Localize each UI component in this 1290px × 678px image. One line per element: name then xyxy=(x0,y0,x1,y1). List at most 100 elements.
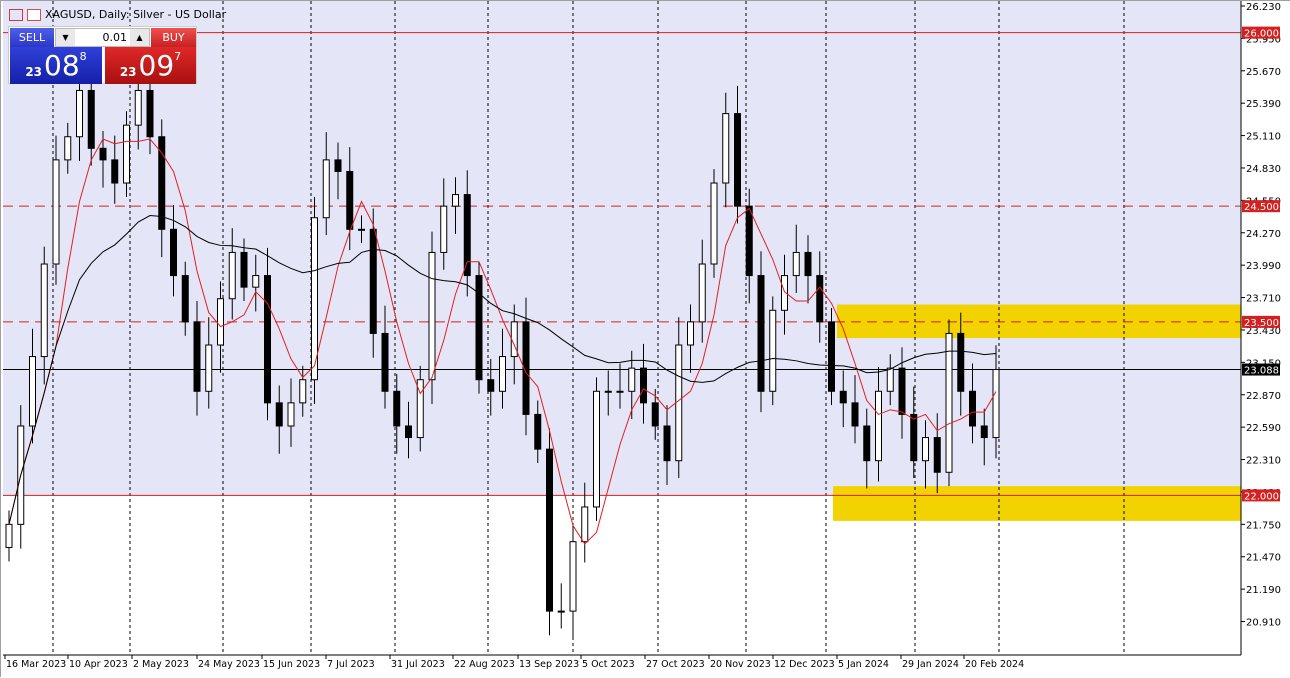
lot-decrease-button[interactable]: ▼ xyxy=(56,29,75,46)
level-price-label: 26.000 xyxy=(1244,29,1279,40)
price-tick-label: 23.990 xyxy=(1246,261,1281,272)
bid-price-button[interactable]: 23 08 8 xyxy=(10,47,102,84)
price-tick-label: 25.670 xyxy=(1246,67,1281,78)
candle-bear xyxy=(864,426,870,461)
candle-bull xyxy=(770,310,776,391)
ask-big: 09 xyxy=(139,51,175,81)
candle-bull xyxy=(206,345,212,391)
candle-bull xyxy=(793,252,799,275)
candle-bull xyxy=(429,252,435,379)
candle-bull xyxy=(253,276,259,288)
price-tick-label: 24.830 xyxy=(1246,164,1281,175)
candle-bull xyxy=(594,391,600,507)
candle-bear xyxy=(88,90,94,148)
time-tick-label: 29 Jan 2024 xyxy=(902,659,959,670)
price-tick-label: 22.310 xyxy=(1246,456,1281,467)
candle-bear xyxy=(100,148,106,160)
candle-bull xyxy=(676,345,682,461)
candle-bear xyxy=(464,195,470,276)
time-tick-label: 20 Feb 2024 xyxy=(965,659,1024,670)
candle-bear xyxy=(641,368,647,403)
candle-bull xyxy=(6,524,12,547)
price-tick-label: 21.470 xyxy=(1246,553,1281,564)
chart-title: XAGUSD, Daily: Silver - US Dollar xyxy=(45,8,226,21)
candle-bull xyxy=(570,542,576,611)
sell-button[interactable]: SELL xyxy=(10,28,54,47)
candle-bear xyxy=(829,322,835,391)
candle-bear xyxy=(547,449,553,611)
candle-bull xyxy=(323,160,329,218)
candle-bear xyxy=(758,276,764,392)
data-window-icon[interactable] xyxy=(27,9,41,21)
candle-bear xyxy=(934,438,940,473)
time-tick-label: 15 Jun 2023 xyxy=(263,659,320,670)
market-watch-icon[interactable] xyxy=(9,9,23,21)
candle-bull xyxy=(229,252,235,298)
price-tick-label: 26.230 xyxy=(1246,2,1281,13)
time-tick-label: 27 Oct 2023 xyxy=(646,659,705,670)
bid-sup: 8 xyxy=(80,50,87,63)
ask-price-button[interactable]: 23 09 7 xyxy=(105,47,196,84)
candle-bear xyxy=(664,426,670,461)
lot-size-input[interactable] xyxy=(75,29,130,46)
time-tick-label: 10 Apr 2023 xyxy=(69,659,128,670)
candle-bear xyxy=(746,206,752,275)
candle-bear xyxy=(194,322,200,391)
buy-button[interactable]: BUY xyxy=(151,28,196,47)
time-tick-label: 5 Oct 2023 xyxy=(582,659,635,670)
candle-bull xyxy=(887,368,893,391)
time-tick-label: 2 May 2023 xyxy=(133,659,189,670)
time-tick-label: 22 Aug 2023 xyxy=(454,659,515,670)
price-tick-label: 22.590 xyxy=(1246,423,1281,434)
level-price-label: 23.500 xyxy=(1244,318,1279,329)
candle-bull xyxy=(453,195,459,207)
candle-bull xyxy=(218,299,224,345)
candle-bear xyxy=(182,276,188,322)
candle-bull xyxy=(605,391,611,392)
price-tick-label: 21.190 xyxy=(1246,585,1281,596)
time-tick-label: 7 Jul 2023 xyxy=(327,659,375,670)
candle-bear xyxy=(394,391,400,426)
candle-bull xyxy=(359,229,365,230)
time-tick-label: 24 May 2023 xyxy=(198,659,260,670)
candle-bear xyxy=(817,276,823,322)
candle-bull xyxy=(288,403,294,426)
time-tick-label: 31 Jul 2023 xyxy=(391,659,445,670)
candle-bull xyxy=(711,183,717,264)
price-tick-label: 22.870 xyxy=(1246,391,1281,402)
candle-bull xyxy=(124,125,130,183)
price-tick-label: 25.110 xyxy=(1246,132,1281,143)
ask-prefix: 23 xyxy=(120,65,137,79)
candle-bear xyxy=(382,333,388,391)
candle-bull xyxy=(558,611,564,612)
candle-bull xyxy=(30,357,36,426)
candle-bull xyxy=(876,391,882,460)
price-chart[interactable]: 26.23025.95025.67025.39025.11024.83024.5… xyxy=(1,1,1290,678)
supply-demand-zone xyxy=(833,486,1241,521)
time-tick-label: 12 Dec 2023 xyxy=(774,659,835,670)
lot-increase-button[interactable]: ▲ xyxy=(130,29,149,46)
time-tick-label: 13 Sep 2023 xyxy=(519,659,579,670)
candle-bull xyxy=(135,90,141,125)
candle-bear xyxy=(735,114,741,207)
price-tick-label: 24.270 xyxy=(1246,229,1281,240)
candle-bull xyxy=(77,90,83,136)
candle-bear xyxy=(112,160,118,183)
candle-bear xyxy=(840,391,846,403)
candle-bull xyxy=(300,380,306,403)
candle-bear xyxy=(535,414,541,449)
candle-bear xyxy=(406,426,412,438)
supply-demand-zone xyxy=(837,305,1241,339)
price-tick-label: 20.910 xyxy=(1246,618,1281,629)
candle-bull xyxy=(993,370,999,438)
lot-size-stepper[interactable]: ▼ ▲ xyxy=(55,28,150,47)
candle-bull xyxy=(41,264,47,357)
candle-bear xyxy=(805,252,811,275)
candle-bear xyxy=(335,160,341,172)
candle-bull xyxy=(53,160,59,264)
candle-bull xyxy=(582,507,588,542)
price-tick-label: 21.750 xyxy=(1246,520,1281,531)
time-tick-label: 20 Nov 2023 xyxy=(710,659,771,670)
bid-price-label: 23.088 xyxy=(1244,366,1279,377)
candle-bull xyxy=(65,137,71,160)
